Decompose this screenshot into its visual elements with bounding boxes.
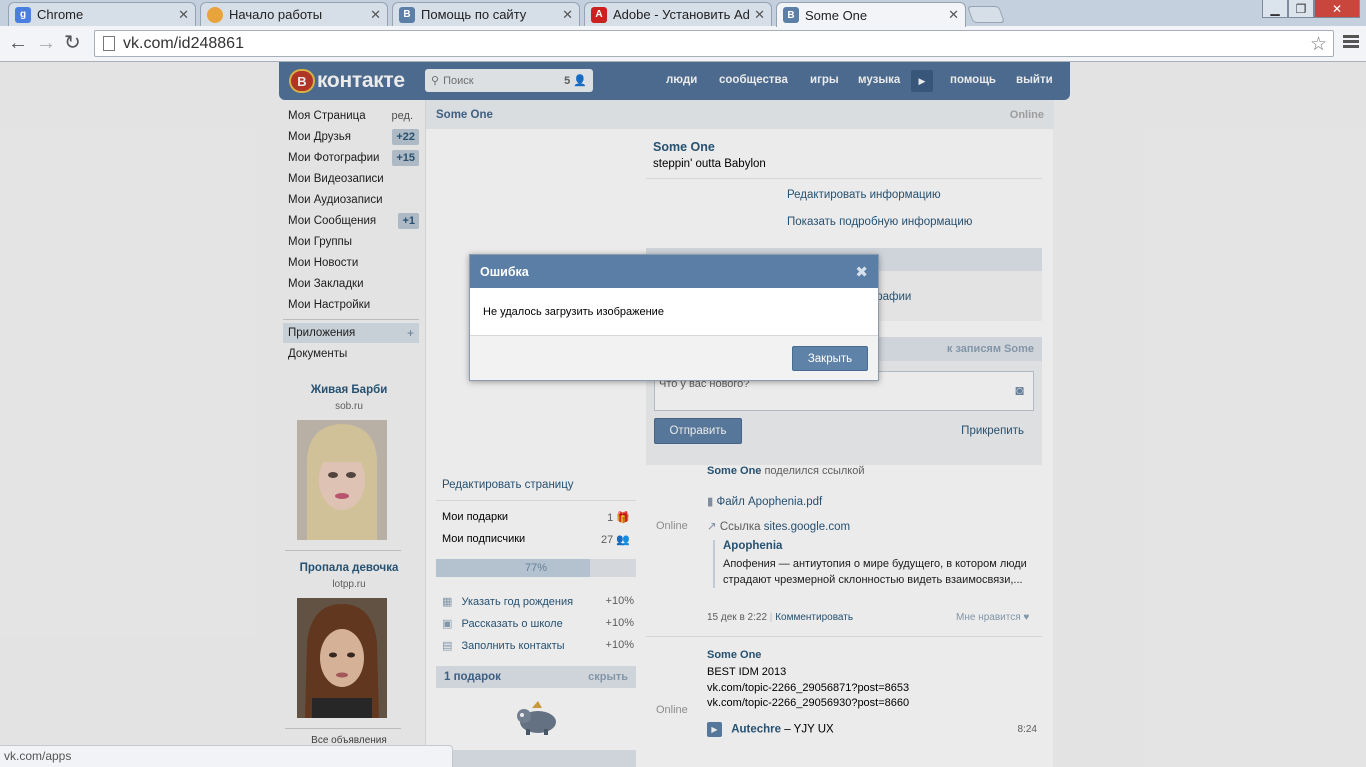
bookmark-star-icon[interactable]: ☆: [1310, 33, 1327, 56]
close-icon[interactable]: ✖: [855, 263, 868, 281]
browser-tab-chrome[interactable]: g Chrome ✕: [8, 2, 196, 26]
back-icon[interactable]: ←: [8, 33, 28, 53]
maximize-icon[interactable]: ❐: [1288, 0, 1314, 18]
dialog-header: Ошибка ✖: [470, 255, 878, 288]
browser-tab-someone[interactable]: B Some One ✕: [776, 2, 966, 27]
status-bar: vk.com/apps: [0, 745, 453, 767]
tab-title: Помощь по сайту: [421, 7, 527, 22]
tab-title: Начало работы: [229, 7, 323, 22]
tab-strip: g Chrome ✕ Начало работы ✕ B Помощь по с…: [0, 0, 1366, 27]
vk-icon: B: [783, 7, 799, 23]
browser-tab-adobe[interactable]: A Adobe - Установить Adob ✕: [584, 2, 772, 26]
page-icon: [103, 36, 115, 51]
close-tab-icon[interactable]: ✕: [754, 7, 765, 23]
close-tab-icon[interactable]: ✕: [370, 7, 381, 23]
web-page: В контакте ⚲ Поиск 5 👤 люди сообщества и…: [0, 62, 1366, 767]
reload-icon[interactable]: ↻: [64, 33, 81, 53]
minimize-icon[interactable]: ▁: [1262, 0, 1288, 18]
browser-chrome: g Chrome ✕ Начало работы ✕ B Помощь по с…: [0, 0, 1366, 62]
chrome-icon: [207, 6, 223, 23]
tab-title: Chrome: [37, 7, 84, 22]
close-button[interactable]: Закрыть: [792, 346, 868, 371]
close-tab-icon[interactable]: ✕: [178, 7, 189, 23]
forward-icon[interactable]: →: [36, 33, 56, 53]
adobe-icon: A: [591, 6, 607, 23]
modal-overlay: [0, 62, 1366, 767]
browser-tab-help[interactable]: B Помощь по сайту ✕: [392, 2, 580, 26]
close-tab-icon[interactable]: ✕: [562, 7, 573, 23]
omnibar: ← → ↻ vk.com/id248861 ☆: [0, 26, 1366, 61]
tab-title: Adobe - Установить Adob: [613, 7, 751, 22]
address-bar[interactable]: vk.com/id248861 ☆: [94, 30, 1334, 57]
dialog-footer: Закрыть: [470, 335, 878, 380]
browser-tab-start[interactable]: Начало работы ✕: [200, 2, 388, 26]
dialog-title: Ошибка: [480, 264, 529, 279]
url-text: vk.com/id248861: [123, 34, 244, 52]
tab-title: Some One: [805, 7, 868, 23]
error-dialog: Ошибка ✖ Не удалось загрузить изображени…: [469, 254, 879, 381]
vk-icon: B: [399, 6, 415, 23]
status-url: vk.com/apps: [4, 749, 72, 763]
dialog-body: Не удалось загрузить изображение: [470, 288, 878, 335]
google-icon: g: [15, 6, 31, 23]
menu-icon[interactable]: [1343, 35, 1359, 50]
window-close-icon[interactable]: ✕: [1314, 0, 1360, 18]
dialog-message: Не удалось загрузить изображение: [483, 305, 664, 318]
new-tab-button[interactable]: [966, 6, 1006, 23]
close-tab-icon[interactable]: ✕: [948, 7, 959, 23]
